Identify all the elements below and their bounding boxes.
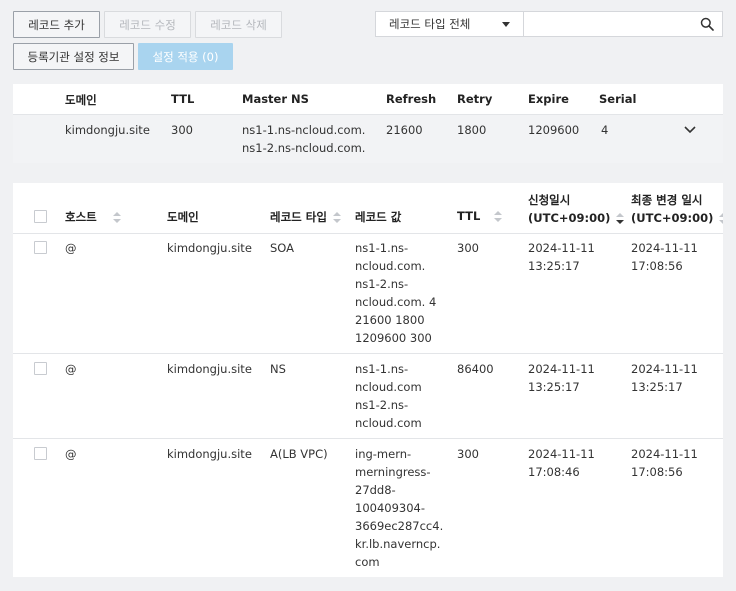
row-checkbox[interactable] xyxy=(34,241,47,254)
row-ttl: 86400 xyxy=(457,362,494,376)
select-all-checkbox[interactable] xyxy=(34,210,47,223)
row-type: SOA xyxy=(270,241,295,255)
zone-domain: kimdongju.site xyxy=(65,123,150,137)
sort-icon xyxy=(719,212,723,225)
row-ttl: 300 xyxy=(457,241,479,255)
zone-refresh: 21600 xyxy=(386,123,423,137)
header-modified-label: 최종 변경 일시 xyxy=(631,193,703,207)
registrar-settings-button[interactable]: 등록기관 설정 정보 xyxy=(13,43,134,70)
row-modified: 2024-11-11 17:08:56 xyxy=(631,447,698,479)
header-ttl[interactable]: TTL xyxy=(457,209,503,223)
row-host: @ xyxy=(65,447,77,461)
header-modified[interactable]: 최종 변경 일시 (UTC+09:00) xyxy=(631,191,723,227)
row-value: ing-mern- merningress- 27dd8- 100409304-… xyxy=(355,447,444,569)
header-requested-tz: (UTC+09:00) xyxy=(528,209,625,227)
zone-header-refresh: Refresh xyxy=(386,92,437,106)
header-requested-label: 신청일시 xyxy=(528,193,571,207)
row-ttl: 300 xyxy=(457,447,479,461)
delete-record-button[interactable]: 레코드 삭제 xyxy=(195,11,282,38)
row-host: @ xyxy=(65,241,77,255)
apply-settings-button[interactable]: 설정 적용 (0) xyxy=(138,43,233,70)
header-host[interactable]: 호스트 xyxy=(65,209,121,225)
zone-master-ns-2: ns1-2.ns-ncloud.com. xyxy=(242,141,366,155)
row-value: ns1-1.ns- ncloud.com. ns1-2.ns- ncloud.c… xyxy=(355,241,437,345)
caret-down-icon xyxy=(502,22,510,27)
zone-info-table: 도메인 TTL Master NS Refresh Retry Expire S… xyxy=(13,84,723,163)
zone-header-domain: 도메인 xyxy=(65,93,97,107)
record-type-select-value: 레코드 타입 전체 xyxy=(389,17,471,31)
row-modified: 2024-11-11 13:25:17 xyxy=(631,362,698,394)
row-requested: 2024-11-11 13:25:17 xyxy=(528,241,595,273)
zone-expire: 1209600 xyxy=(528,123,580,137)
header-record-type[interactable]: 레코드 타입 xyxy=(270,209,341,225)
row-domain: kimdongju.site xyxy=(167,447,252,461)
zone-header-retry: Retry xyxy=(457,92,493,106)
search-icon[interactable] xyxy=(700,17,714,31)
row-domain: kimdongju.site xyxy=(167,362,252,376)
row-requested: 2024-11-11 17:08:46 xyxy=(528,447,595,479)
zone-ttl: 300 xyxy=(171,123,193,137)
sort-desc-icon xyxy=(616,212,625,225)
header-modified-tz: (UTC+09:00) xyxy=(631,209,723,227)
edit-record-button[interactable]: 레코드 수정 xyxy=(104,11,191,38)
header-host-label: 호스트 xyxy=(65,210,97,224)
row-modified: 2024-11-11 17:08:56 xyxy=(631,241,698,273)
record-table: 호스트 도메인 레코드 타입 레코드 값 TTL 신청일시 (UTC+09:00… xyxy=(13,183,723,577)
header-requested[interactable]: 신청일시 (UTC+09:00) xyxy=(528,191,625,227)
zone-retry: 1800 xyxy=(457,123,487,137)
row-domain: kimdongju.site xyxy=(167,241,252,255)
divider xyxy=(13,353,723,354)
zone-serial: 4 xyxy=(601,123,609,137)
zone-header-ttl: TTL xyxy=(171,92,195,106)
zone-header-expire: Expire xyxy=(528,92,569,106)
zone-header-master-ns: Master NS xyxy=(242,92,309,106)
row-requested: 2024-11-11 13:25:17 xyxy=(528,362,595,394)
record-type-select[interactable]: 레코드 타입 전체 xyxy=(375,11,524,37)
zone-header-serial: Serial xyxy=(599,92,637,106)
sort-icon xyxy=(112,211,121,224)
chevron-down-icon[interactable] xyxy=(683,125,697,135)
row-checkbox[interactable] xyxy=(34,362,47,375)
header-ttl-label: TTL xyxy=(457,209,481,223)
divider xyxy=(13,438,723,439)
row-value: ns1-1.ns- ncloud.com ns1-2.ns- ncloud.co… xyxy=(355,362,422,430)
zone-row[interactable]: kimdongju.site 300 ns1-1.ns-ncloud.com. … xyxy=(13,114,723,163)
divider xyxy=(13,233,723,234)
zone-master-ns-1: ns1-1.ns-ncloud.com. xyxy=(242,123,366,137)
add-record-button[interactable]: 레코드 추가 xyxy=(13,11,100,38)
search-input[interactable] xyxy=(524,12,694,36)
header-record-type-label: 레코드 타입 xyxy=(270,210,327,224)
row-type: NS xyxy=(270,362,286,376)
sort-icon xyxy=(332,211,341,224)
sort-icon xyxy=(494,210,503,223)
header-record-value: 레코드 값 xyxy=(355,210,402,224)
row-host: @ xyxy=(65,362,77,376)
search-box xyxy=(523,11,723,37)
header-domain: 도메인 xyxy=(167,210,199,224)
row-type: A(LB VPC) xyxy=(270,447,328,461)
row-checkbox[interactable] xyxy=(34,447,47,460)
